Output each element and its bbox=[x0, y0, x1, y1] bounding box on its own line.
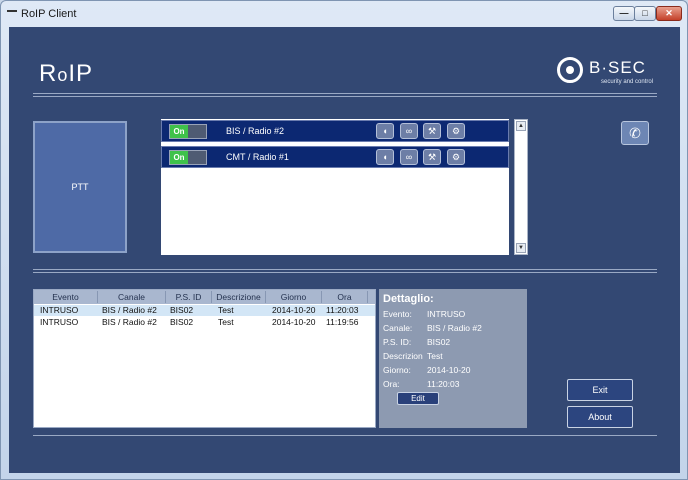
main-panel: RoIP B·SEC security and control PTT On B… bbox=[9, 27, 680, 473]
bsec-name: B·SEC bbox=[589, 58, 646, 77]
app-window: RoIP Client — □ ✕ RoIP B·SEC security an… bbox=[0, 0, 688, 480]
detail-value-canale: BIS / Radio #2 bbox=[427, 323, 482, 333]
channel-scrollbar[interactable]: ▲ ▼ bbox=[514, 119, 528, 255]
column-header-evento[interactable]: Evento bbox=[34, 291, 98, 303]
scroll-up-icon[interactable]: ▲ bbox=[516, 121, 526, 131]
bsec-tagline: security and control bbox=[601, 79, 654, 85]
top-divider bbox=[33, 93, 657, 97]
middle-divider bbox=[33, 269, 657, 273]
channel-list: On BIS / Radio #2 ◖ ∞ ⚒ ⚙ On CMT / Radio… bbox=[161, 119, 509, 255]
column-header-ps-id[interactable]: P.S. ID bbox=[166, 291, 212, 303]
cell-canale: BIS / Radio #2 bbox=[102, 305, 157, 315]
detail-label-evento: Evento: bbox=[383, 309, 412, 319]
close-icon: ✕ bbox=[665, 8, 673, 18]
cell-canale: BIS / Radio #2 bbox=[102, 317, 157, 327]
detail-label-descrizione: Descrizion bbox=[383, 351, 423, 361]
toggle-on-label: On bbox=[170, 151, 188, 164]
detail-title: Dettaglio: bbox=[383, 293, 434, 305]
detail-label-canale: Canale: bbox=[383, 323, 413, 333]
detail-panel: Dettaglio: Evento: INTRUSO Canale: BIS /… bbox=[379, 289, 527, 428]
wrench-icon[interactable]: ⚒ bbox=[423, 149, 441, 165]
minimize-button[interactable]: — bbox=[613, 6, 635, 21]
maximize-button[interactable]: □ bbox=[634, 6, 656, 21]
about-button[interactable]: About bbox=[567, 406, 633, 428]
phone-icon: ✆ bbox=[629, 125, 641, 141]
cell-ora: 11:20:03 bbox=[326, 305, 359, 315]
column-header-descrizione[interactable]: Descrizione bbox=[212, 291, 266, 303]
minimize-icon: — bbox=[619, 8, 629, 18]
roip-logo-o: o bbox=[57, 65, 69, 85]
table-header: Evento Canale P.S. ID Descrizione Giorno… bbox=[34, 290, 375, 304]
toggle-on-label: On bbox=[170, 125, 188, 138]
ptt-button[interactable]: PTT bbox=[33, 121, 127, 253]
table-row[interactable]: INTRUSO BIS / Radio #2 BIS02 Test 2014-1… bbox=[34, 305, 375, 316]
maximize-icon: □ bbox=[642, 8, 648, 18]
bsec-mark-icon bbox=[557, 57, 583, 83]
roip-logo-r: R bbox=[39, 60, 58, 87]
table-row[interactable]: INTRUSO BIS / Radio #2 BIS02 Test 2014-1… bbox=[34, 317, 375, 328]
detail-value-ps-id: BIS02 bbox=[427, 337, 451, 347]
column-header-ora[interactable]: Ora bbox=[322, 291, 368, 303]
cell-ora: 11:19:56 bbox=[326, 317, 359, 327]
cell-giorno: 2014-10-20 bbox=[272, 305, 316, 315]
channel-toggle[interactable]: On bbox=[169, 150, 207, 165]
channel-name: CMT / Radio #1 bbox=[226, 152, 289, 162]
column-header-giorno[interactable]: Giorno bbox=[266, 291, 322, 303]
detail-label-ps-id: P.S. ID: bbox=[383, 337, 412, 347]
column-header-canale[interactable]: Canale bbox=[98, 291, 166, 303]
channel-row: On CMT / Radio #1 ◖ ∞ ⚒ ⚙ bbox=[161, 146, 509, 168]
roip-logo-ip: IP bbox=[68, 60, 94, 87]
cell-ps-id: BIS02 bbox=[170, 317, 194, 327]
bsec-logo: B·SEC security and control bbox=[557, 55, 657, 89]
detail-value-ora: 11:20:03 bbox=[427, 379, 460, 389]
speaker-icon[interactable]: ◖ bbox=[376, 123, 394, 139]
detail-label-ora: Ora: bbox=[383, 379, 400, 389]
cell-ps-id: BIS02 bbox=[170, 305, 194, 315]
event-log-table: Evento Canale P.S. ID Descrizione Giorno… bbox=[33, 289, 376, 428]
speaker-icon[interactable]: ◖ bbox=[376, 149, 394, 165]
channel-name: BIS / Radio #2 bbox=[226, 126, 285, 136]
link-icon[interactable]: ∞ bbox=[400, 149, 418, 165]
cell-descrizione: Test bbox=[218, 317, 234, 327]
channel-row: On BIS / Radio #2 ◖ ∞ ⚒ ⚙ bbox=[161, 120, 509, 142]
gear-icon[interactable]: ⚙ bbox=[447, 149, 465, 165]
edit-button[interactable]: Edit bbox=[397, 392, 439, 405]
wrench-icon[interactable]: ⚒ bbox=[423, 123, 441, 139]
cell-giorno: 2014-10-20 bbox=[272, 317, 316, 327]
scroll-down-icon[interactable]: ▼ bbox=[516, 243, 526, 253]
bottom-divider bbox=[33, 435, 657, 436]
channel-toggle[interactable]: On bbox=[169, 124, 207, 139]
title-bar[interactable]: RoIP Client — □ ✕ bbox=[1, 1, 687, 27]
roip-logo: RoIP bbox=[39, 60, 93, 88]
detail-value-giorno: 2014-10-20 bbox=[427, 365, 471, 375]
cell-evento: INTRUSO bbox=[40, 317, 79, 327]
detail-label-giorno: Giorno: bbox=[383, 365, 411, 375]
link-icon[interactable]: ∞ bbox=[400, 123, 418, 139]
cell-evento: INTRUSO bbox=[40, 305, 79, 315]
detail-value-evento: INTRUSO bbox=[427, 309, 466, 319]
phone-button[interactable]: ✆ bbox=[621, 121, 649, 145]
gear-icon[interactable]: ⚙ bbox=[447, 123, 465, 139]
exit-button[interactable]: Exit bbox=[567, 379, 633, 401]
cell-descrizione: Test bbox=[218, 305, 234, 315]
close-button[interactable]: ✕ bbox=[656, 6, 682, 21]
window-title: RoIP Client bbox=[21, 8, 77, 20]
detail-value-descrizione: Test bbox=[427, 351, 443, 361]
app-icon bbox=[7, 10, 17, 12]
